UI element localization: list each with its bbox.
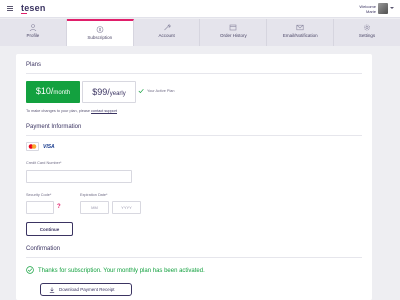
download-receipt-button[interactable]: Download Payment Receipt <box>40 283 132 296</box>
contact-support-link[interactable]: contact support <box>91 109 117 113</box>
divider <box>26 135 362 136</box>
yearly-plan-button[interactable]: $99/yearly <box>82 81 136 103</box>
user-icon <box>29 24 37 31</box>
tab-label: Subscription <box>87 35 113 40</box>
continue-button[interactable]: Continue <box>26 222 73 236</box>
tab-subscription[interactable]: Subscription <box>66 19 134 46</box>
expiry-year-input[interactable] <box>112 201 141 214</box>
yearly-price-unit: yearly <box>109 91 126 97</box>
subscription-card: Plans $10/month $99/yearly Your Active P… <box>16 54 372 300</box>
dollar-icon <box>96 26 104 33</box>
user-name: Marie <box>365 9 376 14</box>
welcome-text: Welcome Marie <box>359 4 376 14</box>
monthly-price: $10/month <box>26 86 80 96</box>
tab-email-notification[interactable]: Email/Notification <box>267 19 335 46</box>
app-logo[interactable]: tesen <box>21 3 46 13</box>
monthly-plan-button[interactable]: $10/month <box>26 81 80 103</box>
active-plan-label: Your Active Plan <box>147 89 175 93</box>
expiry-month-input[interactable] <box>80 201 109 214</box>
tab-label: Account <box>158 33 175 38</box>
logo-accent-bar <box>21 13 27 14</box>
confirmation-title: Confirmation <box>26 246 61 252</box>
download-icon <box>49 287 55 293</box>
security-code-label: Security Code* <box>26 193 52 197</box>
check-icon <box>138 88 144 94</box>
tab-label: Settings <box>358 33 376 38</box>
tab-label: Email/Notification <box>282 33 318 38</box>
card-number-input[interactable] <box>26 170 132 183</box>
security-code-input[interactable] <box>26 201 54 214</box>
download-receipt-label: Download Payment Receipt <box>59 287 115 292</box>
success-check-icon <box>26 266 34 274</box>
plans-title: Plans <box>26 62 42 68</box>
mail-icon <box>296 24 304 31</box>
help-icon[interactable]: ? <box>57 204 61 210</box>
tab-account[interactable]: Account <box>134 19 201 46</box>
order-icon <box>230 24 237 31</box>
tab-bar: Profile Subscription Account Order Histo… <box>0 19 400 46</box>
tab-settings[interactable]: Settings <box>334 19 400 46</box>
monthly-price-amount: $10/ <box>35 86 54 96</box>
tab-profile[interactable]: Profile <box>0 19 67 46</box>
tab-label: Order History <box>220 33 247 38</box>
monthly-price-unit: month <box>53 90 71 96</box>
visa-icon: VISA <box>43 144 55 150</box>
chevron-down-icon[interactable] <box>390 7 394 9</box>
tab-order-history[interactable]: Order History <box>200 19 268 46</box>
payment-title: Payment Information <box>26 124 82 130</box>
confirmation-message: Thanks for subscription. Your monthly pl… <box>38 268 205 274</box>
top-bar: tesen Welcome Marie <box>0 0 400 18</box>
divider <box>26 73 362 74</box>
expiration-date-label: Expiration Date* <box>80 193 108 197</box>
yearly-price: $99/yearly <box>83 87 135 97</box>
mastercard-icon <box>26 142 39 151</box>
wrench-icon <box>163 24 171 31</box>
plan-note: To make changes to your plan, please con… <box>26 109 117 113</box>
divider <box>26 257 362 258</box>
tab-label: Profile <box>26 33 40 38</box>
card-number-label: Credit Card Number* <box>26 161 62 165</box>
gear-icon <box>364 24 370 31</box>
hamburger-menu-icon[interactable] <box>7 6 13 11</box>
avatar[interactable] <box>378 3 388 14</box>
yearly-price-amount: $99/ <box>92 87 110 97</box>
plan-note-text: To make changes to your plan, please <box>26 109 90 113</box>
